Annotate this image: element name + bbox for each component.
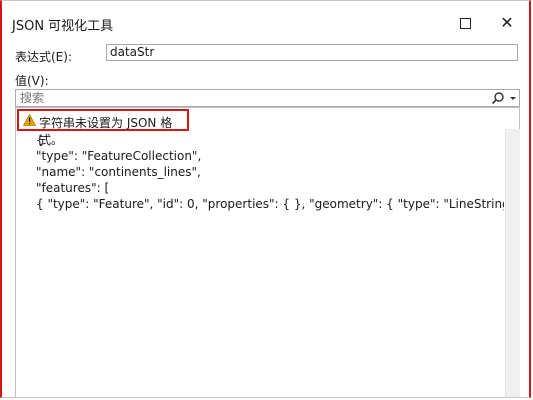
code-line: "name": "continents_lines", (36, 165, 201, 179)
search-input[interactable]: 搜索 (20, 91, 44, 105)
search-icon[interactable] (491, 91, 505, 105)
expression-label: 表达式(E): (15, 50, 72, 64)
vertical-scrollbar[interactable] (505, 129, 520, 397)
close-icon: ✕ (500, 13, 514, 32)
maximize-button[interactable] (450, 9, 480, 37)
search-field[interactable]: 搜索 (15, 89, 520, 107)
code-line: "features": [ (36, 181, 110, 195)
expression-input[interactable]: dataStr (106, 44, 518, 61)
code-line: { "type": "Feature", "id": 0, "propertie… (36, 197, 504, 211)
maximize-icon (459, 18, 471, 29)
title-bar: JSON 可视化工具 ✕ (2, 1, 529, 41)
window-title: JSON 可视化工具 (12, 19, 114, 34)
chevron-down-icon[interactable] (508, 91, 518, 105)
value-label: 值(V): (15, 74, 49, 88)
code-line: "type": "FeatureCollection", (36, 149, 202, 163)
expression-value: dataStr (110, 45, 155, 59)
warning-banner: 字符串未设置为 JSON 格式。 (17, 109, 189, 147)
code-line: { (36, 133, 44, 147)
warning-icon (23, 114, 36, 126)
json-visualizer-window: JSON 可视化工具 ✕ 表达式(E): dataStr 值(V): 搜索 字符… (0, 0, 531, 398)
close-button[interactable]: ✕ (492, 9, 522, 37)
json-text-view[interactable]: { "type": "FeatureCollection", "name": "… (16, 129, 504, 397)
